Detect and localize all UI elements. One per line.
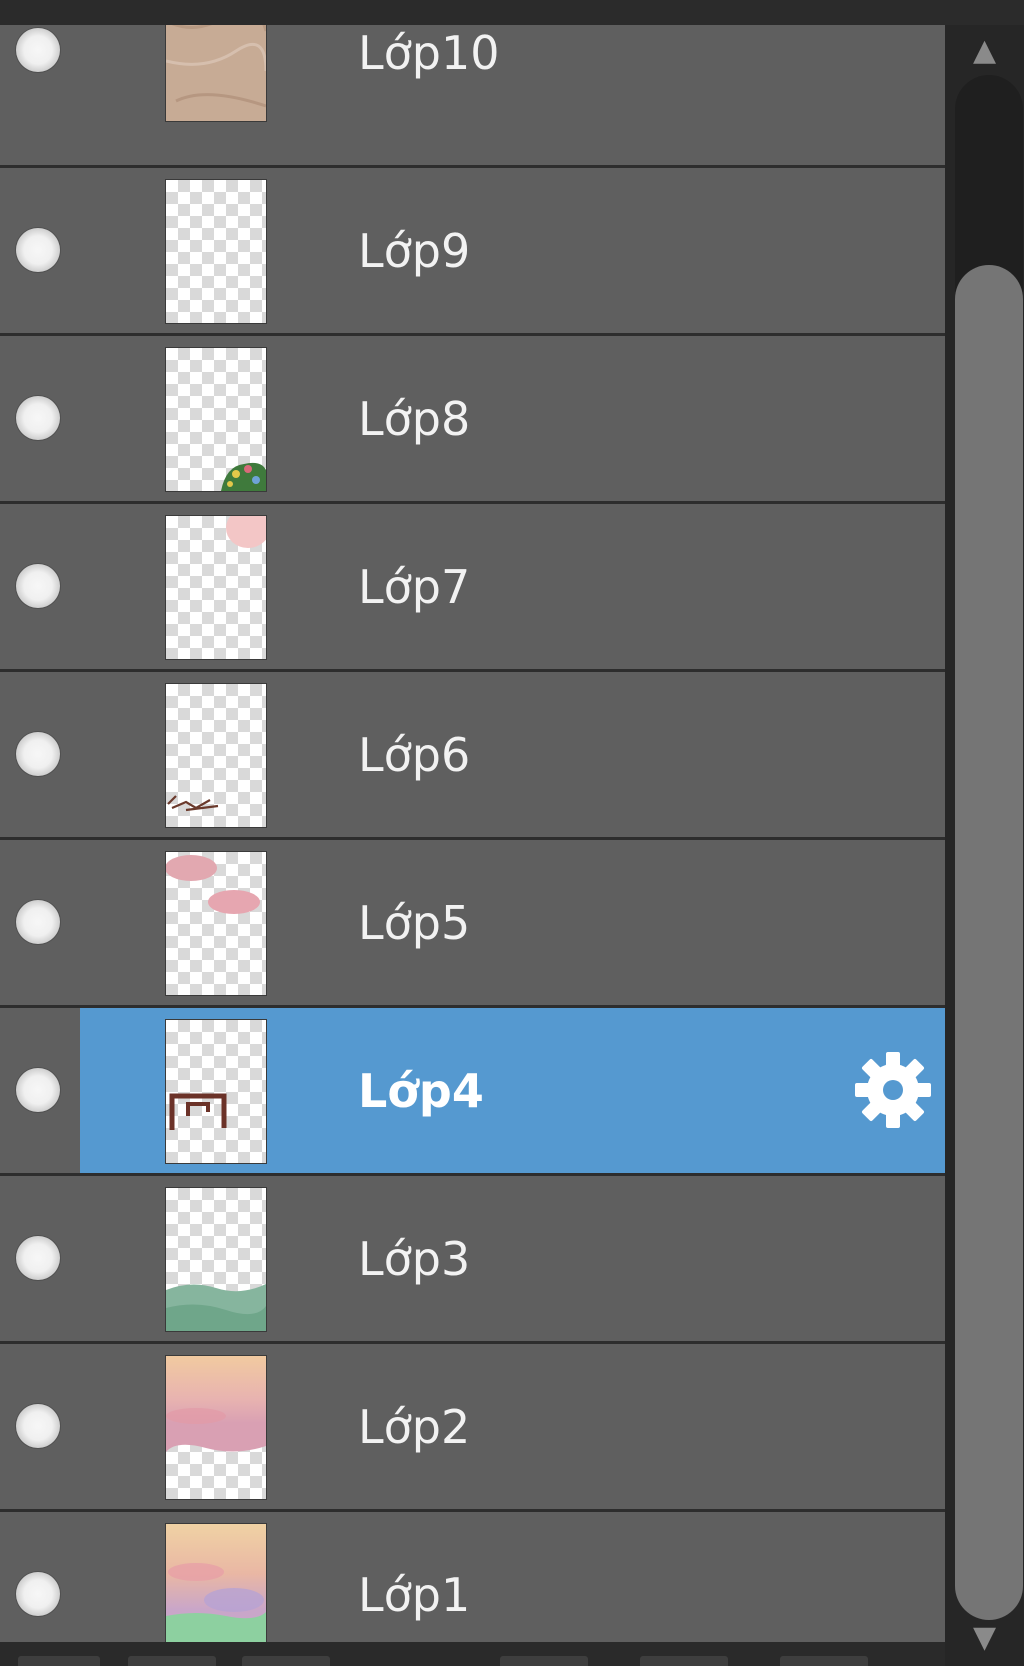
visibility-toggle-icon[interactable] <box>16 1572 60 1616</box>
toolbar-tab[interactable] <box>640 1656 728 1666</box>
layer-row-lop6[interactable]: Lớp6 <box>0 672 945 837</box>
toolbar-tab[interactable] <box>780 1656 868 1666</box>
layer-row-lop10[interactable]: Lớp10 <box>0 25 945 165</box>
visibility-toggle-icon[interactable] <box>16 1236 60 1280</box>
layer-name[interactable]: Lớp9 <box>358 221 470 281</box>
layer-row-lop1[interactable]: Lớp1 <box>0 1512 945 1642</box>
visibility-toggle-icon[interactable] <box>16 1068 60 1112</box>
layer-list: Lớp10 Lớp9 Lớp8 Lớp7 Lớp6 Lớp5 Lớp4 Lớp3… <box>0 25 945 1642</box>
layer-row-lop5[interactable]: Lớp5 <box>0 840 945 1005</box>
layer-row-lop3[interactable]: Lớp3 <box>0 1176 945 1341</box>
layer-row-lop8[interactable]: Lớp8 <box>0 336 945 501</box>
layer-name[interactable]: Lớp8 <box>358 389 470 449</box>
visibility-toggle-icon[interactable] <box>16 396 60 440</box>
visibility-toggle-icon[interactable] <box>16 228 60 272</box>
toolbar-tab[interactable] <box>128 1656 216 1666</box>
layer-thumbnail <box>165 1187 267 1332</box>
layer-name[interactable]: Lớp6 <box>358 725 470 785</box>
scroll-up-arrow-icon[interactable]: ▲ <box>945 25 1024 75</box>
panel-top-edge <box>0 0 1024 25</box>
layer-row-lop4[interactable]: Lớp4 <box>0 1008 945 1173</box>
layer-row-lop9[interactable]: Lớp9 <box>0 168 945 333</box>
toolbar-tab[interactable] <box>500 1656 588 1666</box>
layer-name[interactable]: Lớp1 <box>358 1565 470 1625</box>
toolbar-tab[interactable] <box>242 1656 330 1666</box>
scroll-thumb[interactable] <box>955 265 1023 1620</box>
gear-icon[interactable] <box>853 1050 933 1130</box>
toolbar-tab[interactable] <box>18 1656 100 1666</box>
visibility-toggle-icon[interactable] <box>16 732 60 776</box>
layer-name[interactable]: Lớp7 <box>358 557 470 617</box>
layer-name[interactable]: Lớp5 <box>358 893 470 953</box>
layer-thumbnail <box>165 1355 267 1500</box>
layer-thumbnail <box>165 179 267 324</box>
layer-name[interactable]: Lớp10 <box>358 25 500 83</box>
visibility-toggle-icon[interactable] <box>16 900 60 944</box>
vertical-scrollbar[interactable]: ▲ ▼ <box>945 25 1024 1666</box>
layer-name[interactable]: Lớp2 <box>358 1397 470 1457</box>
layer-name[interactable]: Lớp4 <box>358 1061 484 1121</box>
layer-thumbnail <box>165 347 267 492</box>
layer-thumbnail <box>165 851 267 996</box>
layer-row-lop2[interactable]: Lớp2 <box>0 1344 945 1509</box>
layer-thumbnail <box>165 1523 267 1642</box>
visibility-toggle-icon[interactable] <box>16 28 60 72</box>
layer-thumbnail <box>165 1019 267 1164</box>
layer-thumbnail <box>165 25 267 122</box>
panel-bottom-toolbar <box>0 1642 945 1666</box>
layer-thumbnail <box>165 683 267 828</box>
layers-panel: Lớp10 Lớp9 Lớp8 Lớp7 Lớp6 Lớp5 Lớp4 Lớp3… <box>0 0 1024 1666</box>
layer-name[interactable]: Lớp3 <box>358 1229 470 1289</box>
layer-row-lop7[interactable]: Lớp7 <box>0 504 945 669</box>
layer-thumbnail <box>165 515 267 660</box>
visibility-toggle-icon[interactable] <box>16 1404 60 1448</box>
scroll-down-arrow-icon[interactable]: ▼ <box>945 1612 1024 1662</box>
visibility-toggle-icon[interactable] <box>16 564 60 608</box>
